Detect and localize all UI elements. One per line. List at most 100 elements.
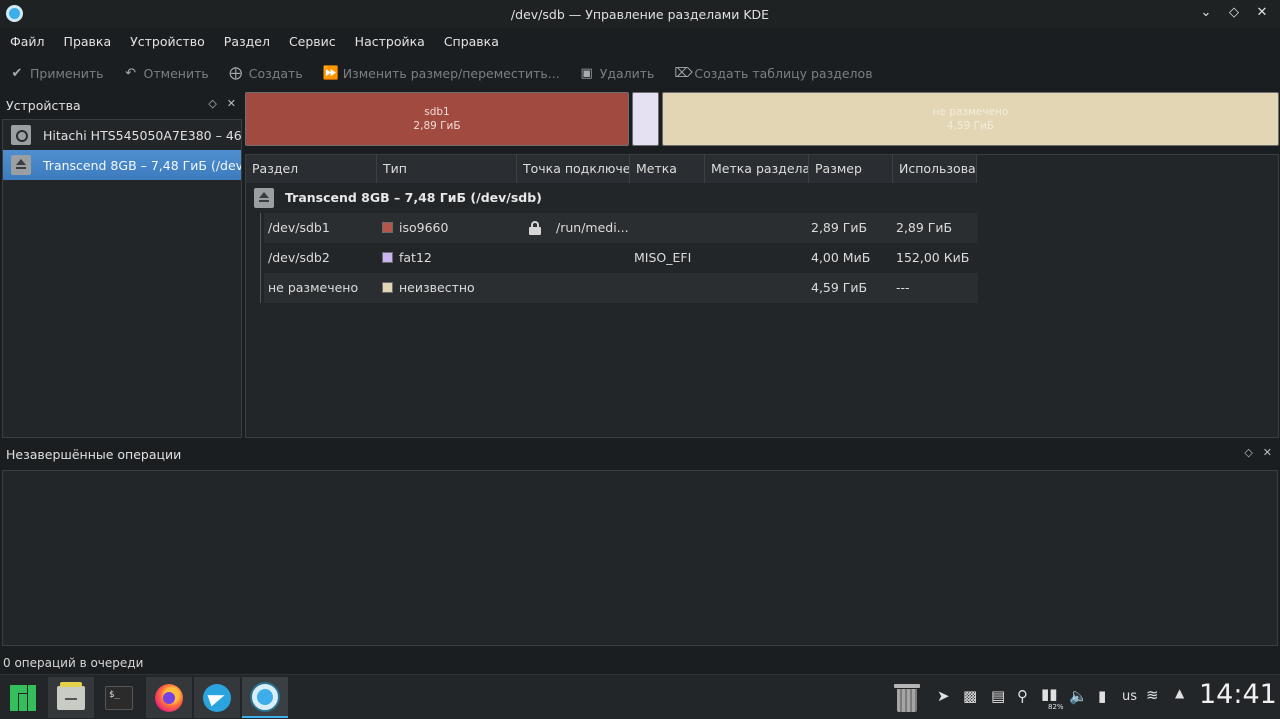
column-header-label[interactable]: Метка bbox=[630, 155, 705, 183]
size-cell: 2,89 ГиБ bbox=[811, 220, 868, 235]
menu-tools[interactable]: Сервис bbox=[289, 34, 336, 49]
type-text: fat12 bbox=[399, 250, 432, 265]
type-cell: неизвестно bbox=[382, 273, 475, 303]
taskbar-partition-manager[interactable] bbox=[242, 677, 288, 718]
column-header-partition[interactable]: Раздел bbox=[246, 155, 377, 183]
float-panel-button[interactable]: ◇ bbox=[208, 97, 216, 110]
type-cell: iso9660 bbox=[382, 213, 448, 243]
checkmark-icon: ✔ bbox=[11, 65, 23, 81]
telegram-tray-icon[interactable]: ➤ bbox=[937, 687, 950, 705]
lock-icon bbox=[528, 221, 542, 235]
devices-panel: Устройства ◇ ✕ Hitachi HTS545050A7E380 –… bbox=[2, 93, 242, 438]
battery-percent: 82% bbox=[1048, 703, 1064, 711]
device-item-hitachi[interactable]: Hitachi HTS545050A7E380 – 465... bbox=[3, 120, 241, 150]
minimize-button[interactable]: ⌄ bbox=[1198, 5, 1214, 21]
clock[interactable]: 14:41 bbox=[1199, 679, 1277, 710]
float-panel-button[interactable]: ◇ bbox=[1244, 446, 1252, 459]
used-cell: 152,00 КиБ bbox=[896, 250, 970, 265]
fs-color-swatch bbox=[382, 282, 393, 293]
clear-icon: ⌦ bbox=[674, 65, 693, 81]
partition-block-sdb2[interactable] bbox=[632, 92, 659, 146]
taskbar-firefox[interactable] bbox=[146, 677, 192, 718]
battery-icon[interactable]: ▮▮ bbox=[1041, 685, 1058, 703]
clipboard-icon[interactable]: ▤ bbox=[991, 687, 1005, 705]
wifi-icon[interactable]: ≋ bbox=[1146, 686, 1159, 704]
fast-forward-icon: ⏩ bbox=[322, 65, 339, 81]
partition-manager-icon bbox=[252, 683, 278, 710]
type-cell: fat12 bbox=[382, 243, 432, 273]
table-row[interactable]: не размечено неизвестно 4,59 ГиБ --- bbox=[264, 273, 978, 303]
application-launcher[interactable] bbox=[0, 677, 46, 718]
size-cell: 4,59 ГиБ bbox=[811, 280, 868, 295]
taskbar-file-manager[interactable] bbox=[48, 677, 94, 718]
partition-cell: /dev/sdb2 bbox=[268, 250, 330, 265]
undo-button[interactable]: ↶ Отменить bbox=[124, 66, 209, 81]
close-button[interactable]: ✕ bbox=[1254, 5, 1270, 21]
menu-file[interactable]: Файл bbox=[10, 34, 45, 49]
menu-edit[interactable]: Правка bbox=[64, 34, 112, 49]
pending-operations-list bbox=[2, 470, 1278, 646]
fs-color-swatch bbox=[382, 252, 393, 263]
pending-panel-title: Незавершённые операции bbox=[6, 446, 182, 462]
taskbar-terminal[interactable]: $_ bbox=[96, 677, 142, 718]
maximize-button[interactable]: ◇ bbox=[1226, 5, 1242, 21]
used-cell: --- bbox=[896, 280, 910, 295]
usb-drive-icon bbox=[11, 155, 31, 175]
expand-tray-icon[interactable]: ▲ bbox=[1175, 686, 1184, 700]
menu-device[interactable]: Устройство bbox=[130, 34, 205, 49]
partition-block-size: 4,59 ГиБ bbox=[946, 120, 995, 132]
table-row[interactable]: /dev/sdb1 iso9660 /run/medi... 2,89 ГиБ … bbox=[264, 213, 978, 243]
menu-partition[interactable]: Раздел bbox=[224, 34, 270, 49]
resize-move-button[interactable]: ⏩ Изменить размер/переместить... bbox=[323, 66, 560, 81]
table-row[interactable]: /dev/sdb2 fat12 MISO_EFI 4,00 МиБ 152,00… bbox=[264, 243, 978, 273]
menu-help[interactable]: Справка bbox=[444, 34, 499, 49]
partition-block-name: sdb1 bbox=[424, 106, 450, 118]
partition-block-unallocated[interactable]: не размечено 4,59 ГиБ bbox=[662, 92, 1279, 146]
volume-icon[interactable]: 🔈 bbox=[1069, 687, 1088, 705]
column-header-used[interactable]: Использовано bbox=[893, 155, 977, 183]
location-icon[interactable]: ⚲ bbox=[1017, 687, 1028, 705]
window-titlebar[interactable]: /dev/sdb — Управление разделами KDE ⌄ ◇ … bbox=[0, 0, 1280, 28]
label-cell: MISO_EFI bbox=[634, 250, 692, 265]
window-title: /dev/sdb — Управление разделами KDE bbox=[510, 6, 770, 22]
type-text: неизвестно bbox=[399, 280, 475, 295]
column-header-size[interactable]: Размер bbox=[809, 155, 893, 183]
usb-device-icon[interactable]: ▮ bbox=[1098, 687, 1106, 705]
taskbar: $_ ➤ ▩ ▤ ⚲ ▮▮ 82% 🔈 ▮ us ≋ ▲ 14:41 bbox=[0, 674, 1280, 719]
close-panel-button[interactable]: ✕ bbox=[1263, 446, 1272, 459]
resize-label: Изменить размер/переместить... bbox=[342, 65, 560, 81]
device-name: Transcend 8GB – 7,48 ГиБ (/dev/sdb) bbox=[285, 190, 542, 205]
column-header-partition-label[interactable]: Метка раздела bbox=[705, 155, 809, 183]
tree-branch-line bbox=[260, 213, 261, 303]
main-toolbar: ✔ Применить ↶ Отменить ⨁ Создать ⏩ Измен… bbox=[0, 58, 1280, 88]
column-header-mount-point[interactable]: Точка подключения bbox=[517, 155, 630, 183]
app-icon bbox=[6, 5, 23, 22]
undo-label: Отменить bbox=[143, 65, 209, 81]
devices-list: Hitachi HTS545050A7E380 – 465... Transce… bbox=[2, 119, 242, 438]
delete-button[interactable]: ▣ Удалить bbox=[580, 66, 655, 81]
apply-button[interactable]: ✔ Применить bbox=[10, 66, 104, 81]
konsole-tray-icon[interactable]: ▩ bbox=[963, 687, 977, 705]
table-row-device[interactable]: Transcend 8GB – 7,48 ГиБ (/dev/sdb) bbox=[246, 183, 1280, 213]
delete-label: Удалить bbox=[599, 65, 655, 81]
device-item-transcend[interactable]: Transcend 8GB – 7,48 ГиБ (/dev/... bbox=[3, 150, 241, 180]
column-header-type[interactable]: Тип bbox=[377, 155, 517, 183]
create-label: Создать bbox=[248, 65, 303, 81]
type-text: iso9660 bbox=[399, 220, 449, 235]
keyboard-layout[interactable]: us bbox=[1122, 689, 1137, 704]
fs-color-swatch bbox=[382, 222, 393, 233]
taskbar-telegram[interactable] bbox=[194, 677, 240, 718]
close-panel-button[interactable]: ✕ bbox=[227, 97, 236, 110]
create-table-label: Создать таблицу разделов bbox=[694, 65, 873, 81]
firefox-icon bbox=[155, 683, 183, 712]
manjaro-logo-icon bbox=[10, 684, 36, 711]
trash-widget-icon[interactable] bbox=[894, 684, 920, 712]
menu-bar: Файл Правка Устройство Раздел Сервис Нас… bbox=[0, 28, 1280, 55]
partition-block-sdb1[interactable]: sdb1 2,89 ГиБ bbox=[245, 92, 629, 146]
hdd-icon bbox=[11, 125, 31, 145]
menu-settings[interactable]: Настройка bbox=[355, 34, 425, 49]
devices-panel-header: Устройства ◇ ✕ bbox=[2, 93, 242, 117]
create-button[interactable]: ⨁ Создать bbox=[229, 65, 303, 81]
create-partition-table-button[interactable]: ⌦ Создать таблицу разделов bbox=[674, 66, 872, 81]
telegram-icon bbox=[203, 683, 231, 712]
